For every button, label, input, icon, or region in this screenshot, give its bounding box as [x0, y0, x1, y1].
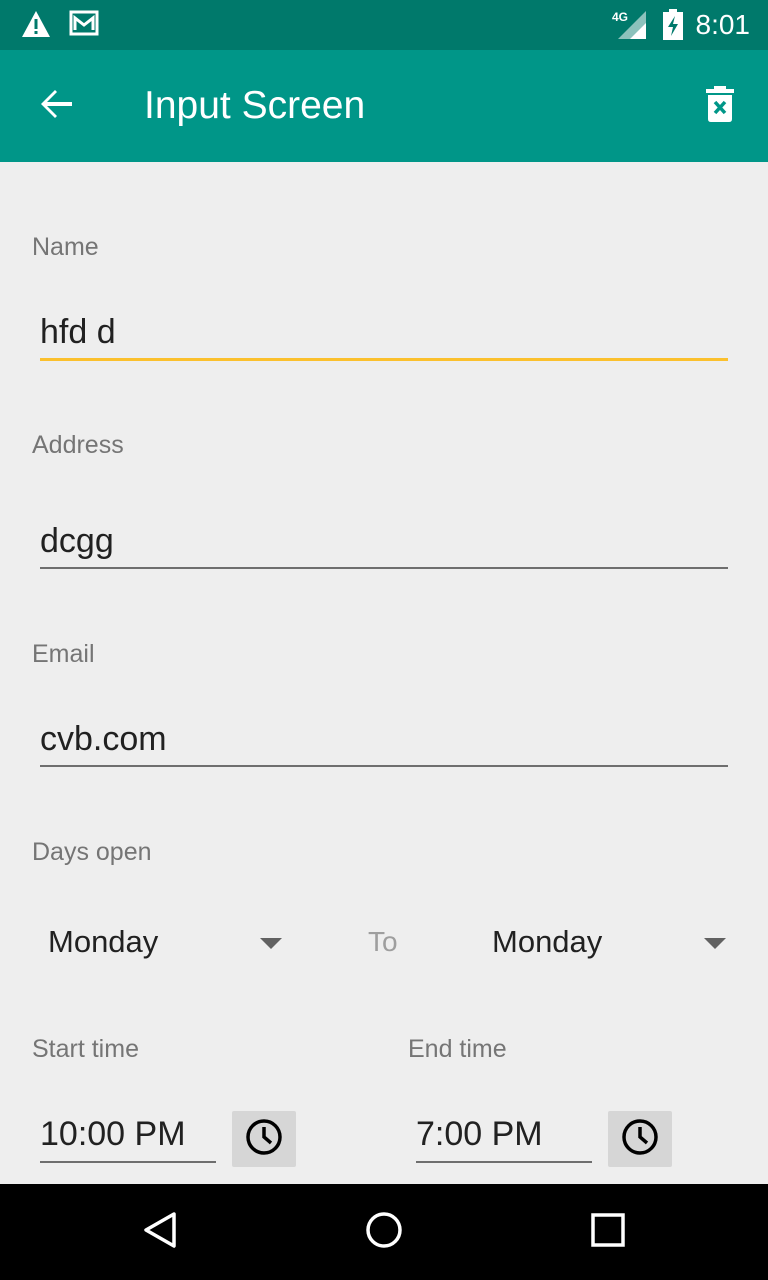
- gmail-icon: [68, 9, 100, 44]
- app-bar: Input Screen: [0, 50, 768, 162]
- days-from-dropdown[interactable]: Monday: [48, 922, 284, 962]
- status-bar: 4G 8:01: [0, 0, 768, 50]
- nav-home-button[interactable]: [356, 1204, 412, 1260]
- nav-recents-button[interactable]: [580, 1204, 636, 1260]
- start-time-picker-button[interactable]: [232, 1111, 296, 1167]
- form-content: Name hfd d Address dcgg Email cvb.com Da…: [0, 162, 768, 1184]
- days-to-dropdown[interactable]: Monday: [492, 922, 728, 962]
- nav-back-button[interactable]: [132, 1204, 188, 1260]
- name-label: Name: [32, 233, 99, 261]
- battery-charging-icon: [662, 9, 684, 46]
- address-label: Address: [32, 431, 124, 459]
- page-title: Input Screen: [144, 84, 366, 127]
- back-button[interactable]: [28, 78, 84, 134]
- email-label: Email: [32, 640, 95, 668]
- days-from-value: Monday: [48, 924, 159, 959]
- delete-button[interactable]: [692, 78, 748, 134]
- clock-icon: [244, 1117, 284, 1162]
- warning-icon: [20, 9, 52, 44]
- signal-icon: 4G: [612, 9, 648, 46]
- address-field[interactable]: dcgg: [40, 521, 728, 569]
- arrow-back-icon: [38, 86, 74, 127]
- start-time-label: Start time: [32, 1035, 139, 1063]
- days-to-label: To: [368, 926, 398, 957]
- end-time-label: End time: [408, 1035, 507, 1063]
- end-time-picker-button[interactable]: [608, 1111, 672, 1167]
- start-time-field[interactable]: 10:00 PM: [40, 1114, 216, 1163]
- name-field[interactable]: hfd d: [40, 312, 728, 361]
- status-time: 8:01: [695, 9, 751, 40]
- email-field[interactable]: cvb.com: [40, 719, 728, 767]
- home-circle-icon: [364, 1210, 404, 1255]
- days-to-value: Monday: [492, 924, 603, 959]
- chevron-down-icon: [260, 938, 282, 949]
- back-triangle-icon: [140, 1210, 180, 1255]
- recents-square-icon: [588, 1210, 628, 1255]
- chevron-down-icon: [704, 938, 726, 949]
- clock-icon: [620, 1117, 660, 1162]
- end-time-field[interactable]: 7:00 PM: [416, 1114, 592, 1163]
- days-open-label: Days open: [32, 838, 152, 866]
- navigation-bar: [0, 1184, 768, 1280]
- network-type-label: 4G: [612, 10, 628, 24]
- delete-icon: [706, 85, 734, 127]
